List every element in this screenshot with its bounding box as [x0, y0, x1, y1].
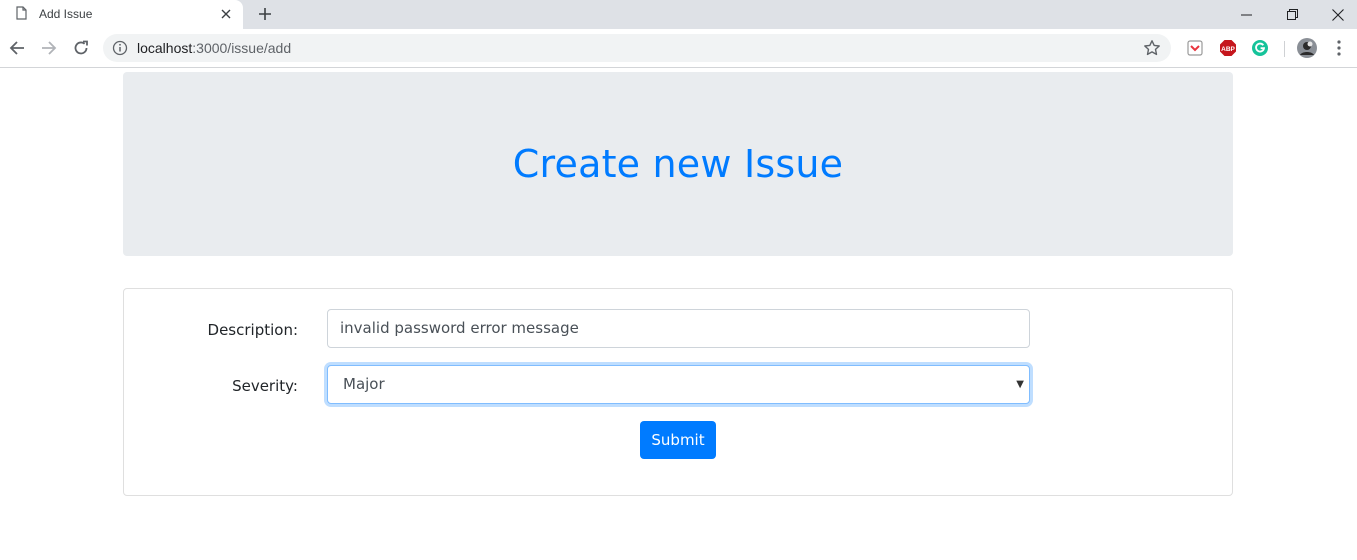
- severity-selected-value: Major: [343, 375, 385, 393]
- close-icon[interactable]: [218, 6, 234, 22]
- page-title: Create new Issue: [512, 142, 844, 186]
- restore-icon[interactable]: [1269, 0, 1315, 29]
- pocket-extension-icon[interactable]: [1186, 39, 1204, 57]
- minimize-icon[interactable]: [1223, 0, 1269, 29]
- severity-label: Severity:: [232, 377, 298, 395]
- menu-kebab-icon[interactable]: [1330, 39, 1348, 57]
- svg-text:ABP: ABP: [1221, 46, 1235, 53]
- toolbar-divider: [1284, 41, 1285, 57]
- url-path: :3000/issue/add: [192, 40, 292, 56]
- plus-icon[interactable]: [256, 5, 274, 23]
- tab-strip: Add Issue: [0, 0, 1357, 29]
- address-bar[interactable]: localhost:3000/issue/add: [103, 34, 1171, 62]
- jumbotron-header: Create new Issue: [123, 72, 1233, 256]
- profile-avatar[interactable]: [1297, 38, 1317, 58]
- chevron-down-icon: ▼: [1016, 379, 1024, 390]
- window-close-icon[interactable]: [1315, 0, 1357, 29]
- submit-button[interactable]: Submit: [640, 421, 716, 459]
- adblock-extension-icon[interactable]: ABP: [1219, 39, 1237, 57]
- info-icon[interactable]: [112, 40, 128, 56]
- page-icon: [16, 6, 27, 20]
- url-text: localhost:3000/issue/add: [137, 40, 291, 56]
- issue-form: Description: invalid password error mess…: [123, 288, 1233, 496]
- star-icon[interactable]: [1143, 39, 1161, 57]
- reload-icon[interactable]: [70, 37, 92, 59]
- tab-add-issue[interactable]: Add Issue: [0, 0, 243, 29]
- tab-title: Add Issue: [39, 7, 93, 21]
- browser-toolbar: localhost:3000/issue/add ABP: [0, 29, 1357, 68]
- severity-select[interactable]: Major ▼: [327, 365, 1030, 404]
- url-host: localhost: [137, 40, 193, 56]
- forward-icon[interactable]: [38, 37, 60, 59]
- grammarly-extension-icon[interactable]: [1251, 39, 1269, 57]
- description-input[interactable]: invalid password error message: [327, 309, 1030, 348]
- back-icon[interactable]: [6, 37, 28, 59]
- description-label: Description:: [207, 321, 298, 339]
